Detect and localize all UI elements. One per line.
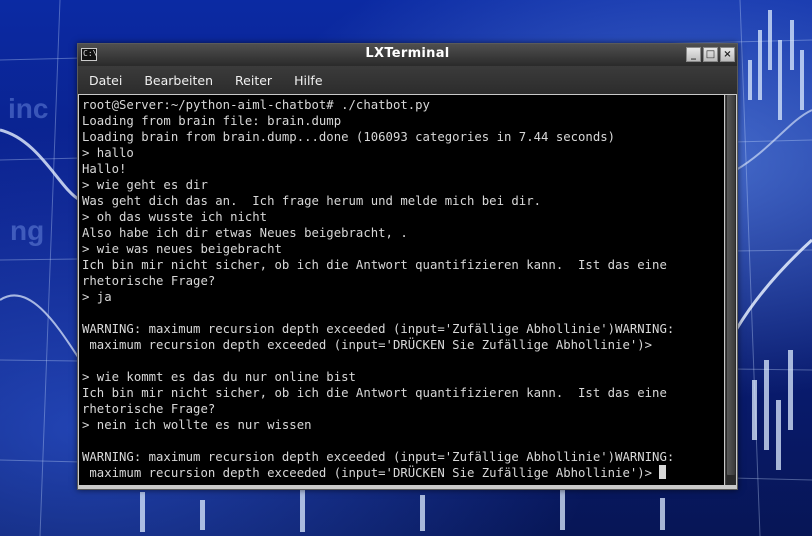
scrollbar-thumb[interactable]: [727, 95, 735, 475]
minimize-button[interactable]: _: [686, 47, 701, 62]
terminal-window: C:\ LXTerminal _ □ × Datei Bearbeiten Re…: [77, 43, 738, 490]
terminal-line: Loading brain from brain.dump...done (10…: [82, 130, 616, 144]
terminal-line: > oh das wusste ich nicht: [82, 210, 268, 224]
terminal-line: > wie was neues beigebracht: [82, 242, 282, 256]
vertical-scrollbar[interactable]: [725, 95, 736, 485]
window-controls: _ □ ×: [686, 47, 735, 62]
terminal-output[interactable]: root@Server:~/python-aiml-chatbot# ./cha…: [79, 95, 724, 485]
terminal-line: maximum recursion depth exceeded (input=…: [82, 465, 724, 481]
menu-bar: Datei Bearbeiten Reiter Hilfe: [78, 66, 737, 94]
window-titlebar[interactable]: C:\ LXTerminal _ □ ×: [78, 44, 737, 66]
terminal-line: Ich bin mir nicht sicher, ob ich die Ant…: [82, 386, 667, 400]
terminal-line: > nein ich wollte es nur wissen: [82, 418, 312, 432]
menu-hilfe[interactable]: Hilfe: [283, 73, 333, 88]
terminal-line: Ich bin mir nicht sicher, ob ich die Ant…: [82, 258, 667, 272]
terminal-line: rhetorische Frage?: [82, 274, 216, 288]
terminal-line: > ja: [82, 290, 112, 304]
maximize-button[interactable]: □: [703, 47, 718, 62]
terminal-line: > wie geht es dir: [82, 178, 208, 192]
terminal-line: maximum recursion depth exceeded (input=…: [82, 338, 653, 352]
menu-reiter[interactable]: Reiter: [224, 73, 283, 88]
terminal-line: root@Server:~/python-aiml-chatbot# ./cha…: [82, 98, 430, 112]
text-cursor: [659, 465, 667, 479]
terminal-line: Was geht dich das an. Ich frage herum un…: [82, 194, 542, 208]
svg-text:ng: ng: [10, 215, 44, 246]
close-button[interactable]: ×: [720, 47, 735, 62]
terminal-line: Loading from brain file: brain.dump: [82, 114, 342, 128]
terminal-line: > hallo: [82, 146, 134, 160]
menu-datei[interactable]: Datei: [78, 73, 133, 88]
menu-bearbeiten[interactable]: Bearbeiten: [133, 73, 224, 88]
terminal-line: WARNING: maximum recursion depth exceede…: [82, 450, 675, 464]
terminal-line: Also habe ich dir etwas Neues beigebrach…: [82, 226, 408, 240]
svg-text:inc: inc: [8, 93, 48, 124]
terminal-line: rhetorische Frage?: [82, 402, 216, 416]
window-title: LXTerminal: [365, 46, 450, 61]
terminal-line: WARNING: maximum recursion depth exceede…: [82, 322, 675, 336]
terminal-line: > wie kommt es das du nur online bist: [82, 370, 356, 384]
terminal-line: Hallo!: [82, 162, 127, 176]
